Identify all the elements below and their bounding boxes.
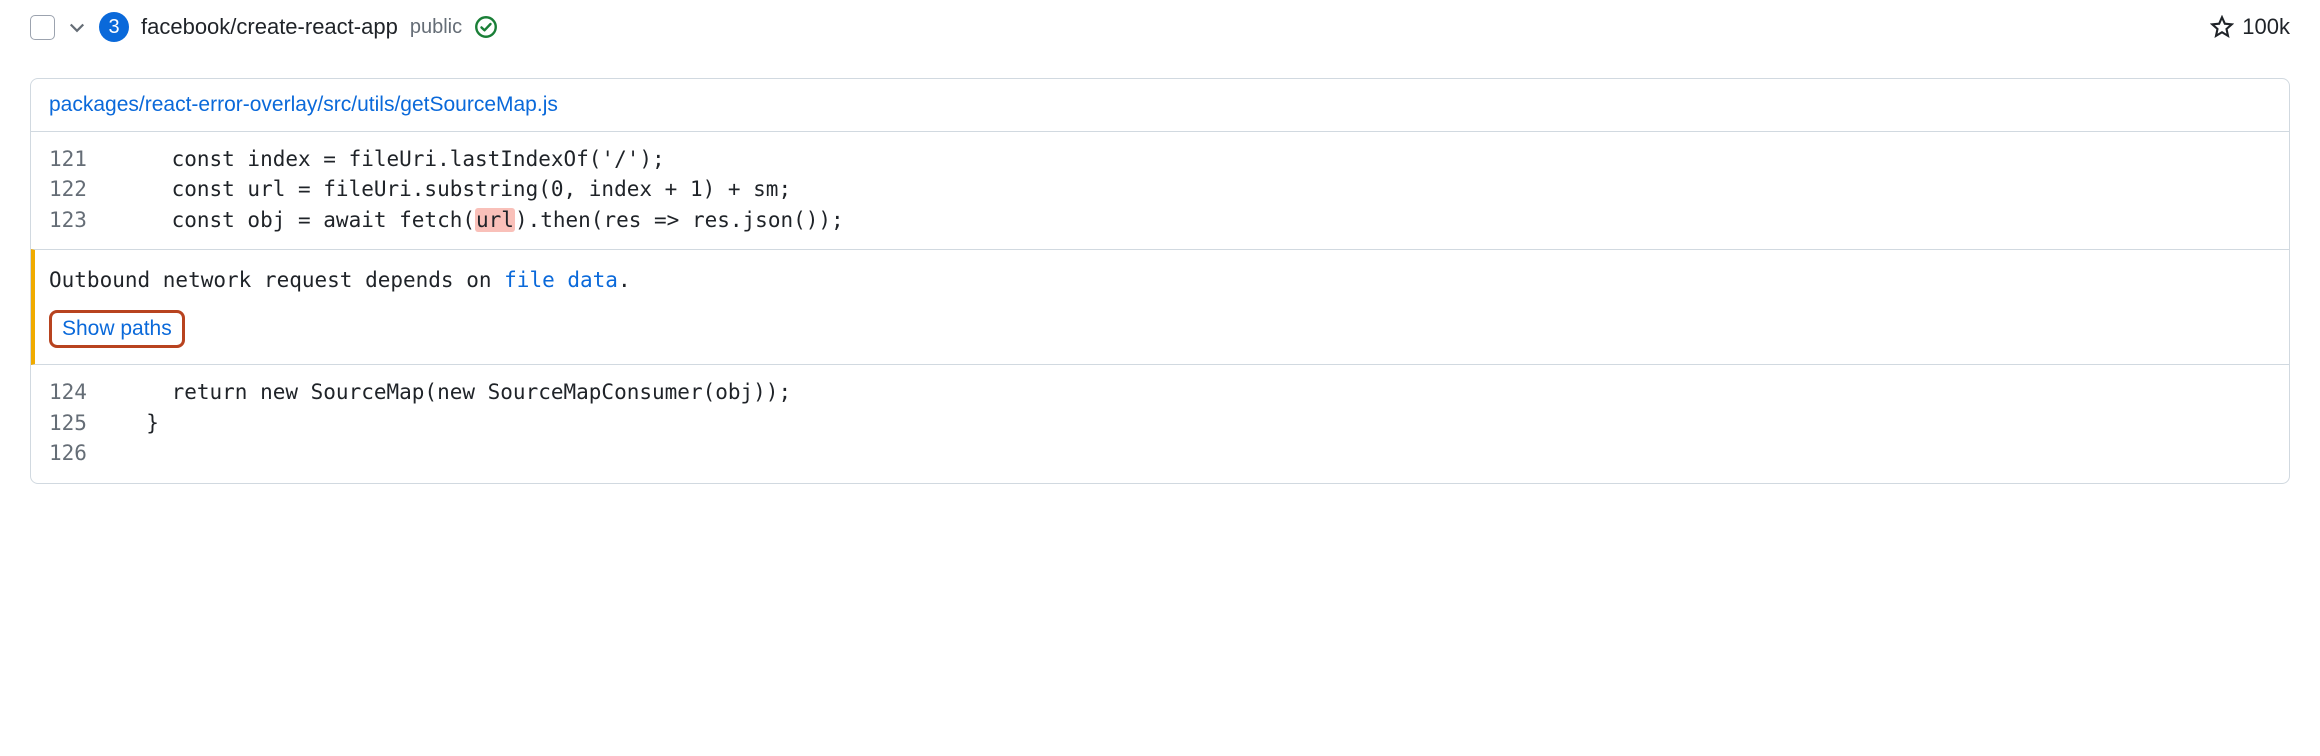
line-content: const obj = await fetch(url).then(res =>… (121, 205, 2289, 235)
code-line: 121 const index = fileUri.lastIndexOf('/… (31, 144, 2289, 174)
code-line: 126 (31, 438, 2289, 468)
code-block-top: 121 const index = fileUri.lastIndexOf('/… (31, 132, 2289, 249)
alert-message-block: Outbound network request depends on file… (31, 249, 2289, 365)
line-content (121, 438, 2289, 468)
line-content: const index = fileUri.lastIndexOf('/'); (121, 144, 2289, 174)
line-number: 123 (31, 205, 121, 235)
show-paths-button[interactable]: Show paths (49, 310, 185, 348)
line-content: const url = fileUri.substring(0, index +… (121, 174, 2289, 204)
repo-name[interactable]: facebook/create-react-app (141, 14, 398, 40)
header-left: 3 facebook/create-react-app public (30, 12, 498, 42)
code-line: 125 } (31, 408, 2289, 438)
code-line: 122 const url = fileUri.substring(0, ind… (31, 174, 2289, 204)
file-path: packages/react-error-overlay/src/utils/g… (31, 79, 2289, 132)
alert-card: packages/react-error-overlay/src/utils/g… (30, 78, 2290, 484)
code-line: 123 const obj = await fetch(url).then(re… (31, 205, 2289, 235)
verified-icon (474, 15, 498, 39)
line-number: 126 (31, 438, 121, 468)
visibility-tag: public (410, 16, 462, 39)
result-header: 3 facebook/create-react-app public 100k (30, 12, 2290, 42)
highlighted-token: url (475, 208, 515, 232)
header-right: 100k (2210, 14, 2290, 40)
alert-count-badge: 3 (99, 12, 129, 42)
line-number: 122 (31, 174, 121, 204)
chevron-down-icon[interactable] (67, 17, 87, 37)
line-content: } (121, 408, 2289, 438)
code-line: 124 return new SourceMap(new SourceMapCo… (31, 377, 2289, 407)
alert-message-text: Outbound network request depends on file… (49, 268, 631, 292)
code-block-bottom: 124 return new SourceMap(new SourceMapCo… (31, 365, 2289, 482)
stars-count: 100k (2242, 14, 2290, 40)
file-path-link[interactable]: packages/react-error-overlay/src/utils/g… (49, 93, 558, 116)
line-number: 124 (31, 377, 121, 407)
line-number: 121 (31, 144, 121, 174)
line-content: return new SourceMap(new SourceMapConsum… (121, 377, 2289, 407)
alert-message-link[interactable]: file data (504, 268, 618, 292)
line-number: 125 (31, 408, 121, 438)
star-icon[interactable] (2210, 15, 2234, 39)
select-checkbox[interactable] (30, 15, 55, 40)
